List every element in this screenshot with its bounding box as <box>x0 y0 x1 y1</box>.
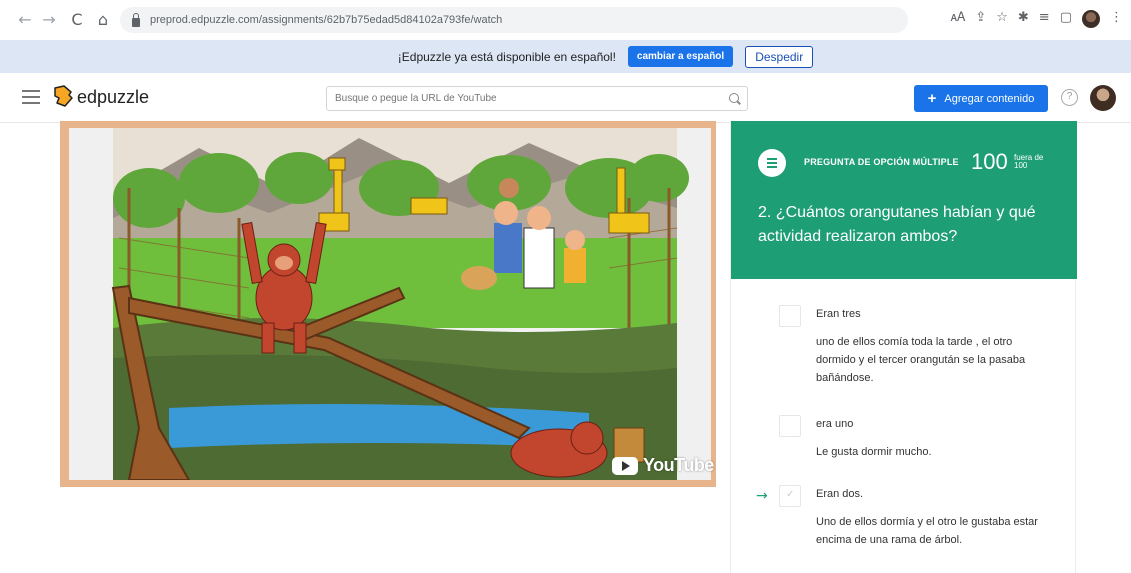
answer-checkbox[interactable] <box>779 305 801 327</box>
help-icon[interactable]: ? <box>1061 89 1078 106</box>
search-input[interactable] <box>327 87 707 110</box>
answer-checkbox[interactable] <box>779 415 801 437</box>
answer-body: Uno de ellos dormía y el otro le gustaba… <box>816 516 1038 546</box>
answer-title: Eran tres <box>816 308 861 320</box>
check-icon: ✓ <box>786 489 795 500</box>
side-panel-icon[interactable]: ▢ <box>1060 10 1072 28</box>
extensions-icon[interactable]: ✱ <box>1018 10 1029 28</box>
user-avatar[interactable] <box>1090 85 1116 111</box>
reload-icon[interactable]: C <box>66 10 88 29</box>
add-content-label: Agregar contenido <box>944 92 1035 105</box>
browser-toolbar: ← → C ⌂ preprod.edpuzzle.com/assignments… <box>0 0 1131 40</box>
video-frame-illustration <box>69 128 711 480</box>
dismiss-button[interactable]: Despedir <box>745 45 814 68</box>
score-label: fuera de 100 <box>1014 153 1044 170</box>
browser-extensions: 🗚 ⇪ ☆ ✱ ≡ ▢ ⋮ <box>951 10 1123 28</box>
address-bar[interactable]: preprod.edpuzzle.com/assignments/62b7b75… <box>120 7 908 33</box>
search-box[interactable] <box>326 86 748 111</box>
answer-title: Eran dos. <box>816 488 864 500</box>
correct-arrow-icon: → <box>756 488 768 504</box>
lock-icon <box>132 12 140 27</box>
youtube-play-icon <box>612 456 638 475</box>
home-icon[interactable]: ⌂ <box>92 10 114 29</box>
edpuzzle-logo-icon[interactable] <box>52 84 74 108</box>
youtube-label: YouTube <box>643 455 714 475</box>
forward-icon[interactable]: → <box>38 10 60 29</box>
menu-icon[interactable]: ⋮ <box>1110 10 1123 28</box>
question-header: PREGUNTA DE OPCIÓN MÚLTIPLE 100 fuera de… <box>731 121 1077 279</box>
youtube-logo[interactable]: YouTube <box>612 455 714 476</box>
question-type: PREGUNTA DE OPCIÓN MÚLTIPLE <box>804 157 959 167</box>
list-icon <box>758 149 786 177</box>
video-player[interactable] <box>69 128 711 480</box>
add-content-button[interactable]: + Agregar contenido <box>914 85 1048 112</box>
answer-checkbox[interactable]: ✓ <box>779 485 801 507</box>
app-header: edpuzzle + Agregar contenido ? <box>0 73 1131 123</box>
switch-language-button[interactable]: cambiar a español <box>627 46 734 67</box>
url-text: preprod.edpuzzle.com/assignments/62b7b75… <box>150 14 503 26</box>
banner-message: ¡Edpuzzle ya está disponible en español! <box>397 49 616 64</box>
answer-body: Le gusta dormir mucho. <box>816 446 932 458</box>
translate-icon[interactable]: 🗚 <box>951 10 966 28</box>
answer-body: uno de ellos comía toda la tarde , el ot… <box>816 336 1026 384</box>
profile-avatar[interactable] <box>1082 10 1100 28</box>
question-text: 2. ¿Cuántos orangutanes habían y qué act… <box>758 204 1036 245</box>
score-value: 100 <box>971 149 1008 174</box>
language-banner: ¡Edpuzzle ya está disponible en español!… <box>0 40 1131 73</box>
share-icon[interactable]: ⇪ <box>975 10 986 28</box>
logo-text[interactable]: edpuzzle <box>77 87 149 108</box>
back-icon[interactable]: ← <box>14 10 36 29</box>
hamburger-menu-icon[interactable] <box>22 90 40 104</box>
question-panel: PREGUNTA DE OPCIÓN MÚLTIPLE 100 fuera de… <box>730 121 1077 573</box>
search-icon[interactable] <box>729 93 739 103</box>
plus-icon: + <box>927 90 937 107</box>
answer-title: era uno <box>816 418 854 430</box>
reading-list-icon[interactable]: ≡ <box>1039 10 1050 28</box>
star-icon[interactable]: ☆ <box>996 10 1008 28</box>
